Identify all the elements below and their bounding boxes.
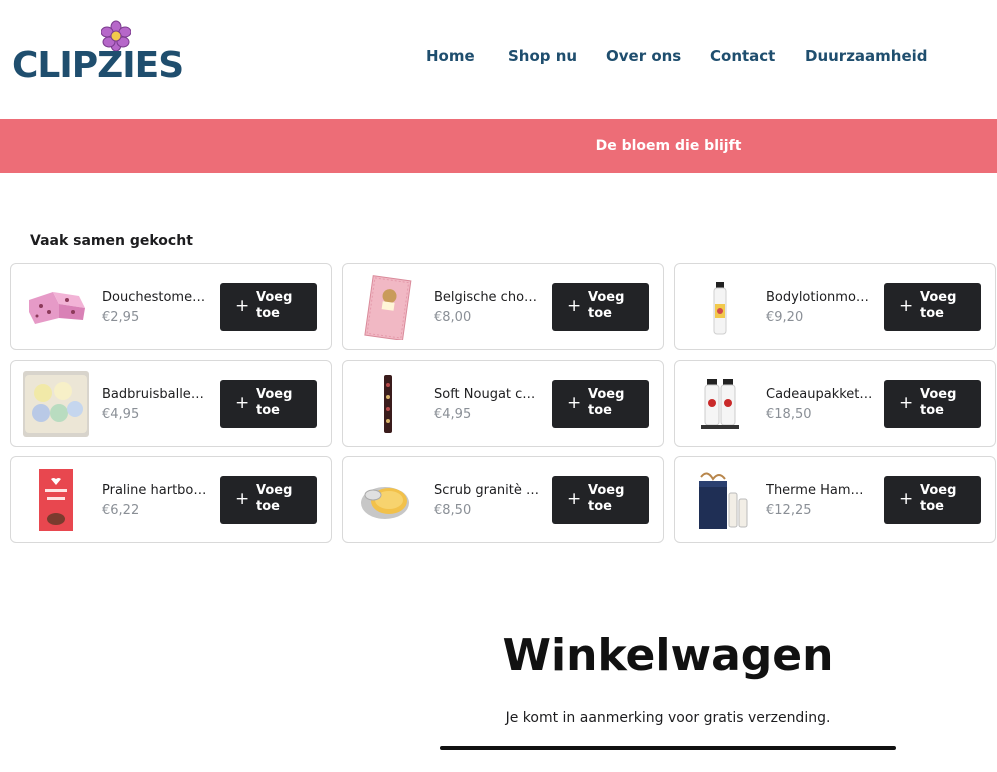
product-price: €6,22 bbox=[102, 503, 140, 518]
plus-icon: + bbox=[899, 489, 914, 509]
add-to-cart-button[interactable]: + Voeg toe bbox=[884, 283, 981, 331]
product-price: €4,95 bbox=[434, 407, 472, 422]
gift-bottles-icon bbox=[687, 371, 753, 437]
product-name[interactable]: Scrub granitè 2... bbox=[434, 482, 542, 500]
product-name[interactable]: Belgische choc... bbox=[434, 289, 542, 307]
add-button-label: Voeg toe bbox=[588, 483, 625, 514]
nav-item-over-ons[interactable]: Over ons bbox=[606, 46, 681, 66]
product-card: Bodylotionmou... €9,20 + Voeg toe bbox=[674, 263, 996, 350]
product-card: Belgische choc... €8,00 + Voeg toe bbox=[342, 263, 664, 350]
free-shipping-progress-bar bbox=[440, 746, 896, 750]
product-card: Therme Hamm... €12,25 + Voeg toe bbox=[674, 456, 996, 543]
lotion-bottle-icon bbox=[687, 274, 753, 340]
product-price: €8,00 bbox=[434, 310, 472, 325]
product-name[interactable]: Douchestomer ... bbox=[102, 289, 210, 307]
site-header: CLIPZIES Home Shop nu Over ons Contact D… bbox=[0, 0, 997, 118]
add-button-label: Voeg toe bbox=[920, 290, 957, 321]
product-name[interactable]: Cadeaupakket ... bbox=[766, 386, 874, 404]
cart-title: Winkelwagen bbox=[502, 630, 834, 681]
product-card: Soft Nougat ch... €4,95 + Voeg toe bbox=[342, 360, 664, 447]
product-card: Cadeaupakket ... €18,50 + Voeg toe bbox=[674, 360, 996, 447]
add-button-label: Voeg toe bbox=[256, 387, 293, 418]
product-price: €12,25 bbox=[766, 503, 812, 518]
add-button-label: Voeg toe bbox=[920, 387, 957, 418]
product-price: €2,95 bbox=[102, 310, 140, 325]
product-card: Scrub granitè 2... €8,50 + Voeg toe bbox=[342, 456, 664, 543]
free-shipping-message: Je komt in aanmerking voor gratis verzen… bbox=[505, 710, 831, 726]
add-to-cart-button[interactable]: + Voeg toe bbox=[220, 283, 317, 331]
announcement-banner: De bloem die blijft bbox=[0, 119, 997, 173]
plus-icon: + bbox=[235, 489, 250, 509]
add-button-label: Voeg toe bbox=[256, 483, 293, 514]
scrub-jar-icon bbox=[355, 467, 421, 533]
product-card: Badbruisballen... €4,95 + Voeg toe bbox=[10, 360, 332, 447]
add-to-cart-button[interactable]: + Voeg toe bbox=[220, 476, 317, 524]
plus-icon: + bbox=[567, 296, 582, 316]
plus-icon: + bbox=[567, 489, 582, 509]
product-name[interactable]: Bodylotionmou... bbox=[766, 289, 874, 307]
banner-text: De bloem die blijft bbox=[595, 138, 742, 154]
add-to-cart-button[interactable]: + Voeg toe bbox=[552, 476, 649, 524]
gift-set-box-icon bbox=[687, 467, 753, 533]
chocolate-bar-pink-icon bbox=[355, 274, 421, 340]
add-to-cart-button[interactable]: + Voeg toe bbox=[884, 476, 981, 524]
bath-bombs-box-icon bbox=[23, 371, 89, 437]
product-name[interactable]: Praline hartbon... bbox=[102, 482, 210, 500]
product-price: €9,20 bbox=[766, 310, 804, 325]
nav-item-home[interactable]: Home bbox=[426, 46, 475, 66]
nav-item-shop[interactable]: Shop nu bbox=[508, 46, 577, 66]
add-button-label: Voeg toe bbox=[920, 483, 957, 514]
product-name[interactable]: Badbruisballen... bbox=[102, 386, 210, 404]
product-name[interactable]: Soft Nougat ch... bbox=[434, 386, 542, 404]
product-price: €8,50 bbox=[434, 503, 472, 518]
nougat-tube-icon bbox=[355, 371, 421, 437]
product-card: Praline hartbon... €6,22 + Voeg toe bbox=[10, 456, 332, 543]
add-to-cart-button[interactable]: + Voeg toe bbox=[220, 380, 317, 428]
add-to-cart-button[interactable]: + Voeg toe bbox=[552, 283, 649, 331]
product-price: €18,50 bbox=[766, 407, 812, 422]
plus-icon: + bbox=[899, 296, 914, 316]
add-button-label: Voeg toe bbox=[588, 387, 625, 418]
add-to-cart-button[interactable]: + Voeg toe bbox=[552, 380, 649, 428]
plus-icon: + bbox=[235, 393, 250, 413]
product-name[interactable]: Therme Hamm... bbox=[766, 482, 874, 500]
plus-icon: + bbox=[899, 393, 914, 413]
pink-bath-fizzer-icon bbox=[23, 274, 89, 340]
product-price: €4,95 bbox=[102, 407, 140, 422]
plus-icon: + bbox=[235, 296, 250, 316]
plus-icon: + bbox=[567, 393, 582, 413]
nav-item-contact[interactable]: Contact bbox=[710, 46, 775, 66]
add-button-label: Voeg toe bbox=[588, 290, 625, 321]
nav-item-duurzaamheid[interactable]: Duurzaamheid bbox=[805, 46, 928, 66]
section-title: Vaak samen gekocht bbox=[30, 233, 193, 249]
add-button-label: Voeg toe bbox=[256, 290, 293, 321]
main-nav: Home Shop nu Over ons Contact Duurzaamhe… bbox=[0, 46, 997, 66]
add-to-cart-button[interactable]: + Voeg toe bbox=[884, 380, 981, 428]
product-card: Douchestomer ... €2,95 + Voeg toe bbox=[10, 263, 332, 350]
praline-box-icon bbox=[23, 467, 89, 533]
